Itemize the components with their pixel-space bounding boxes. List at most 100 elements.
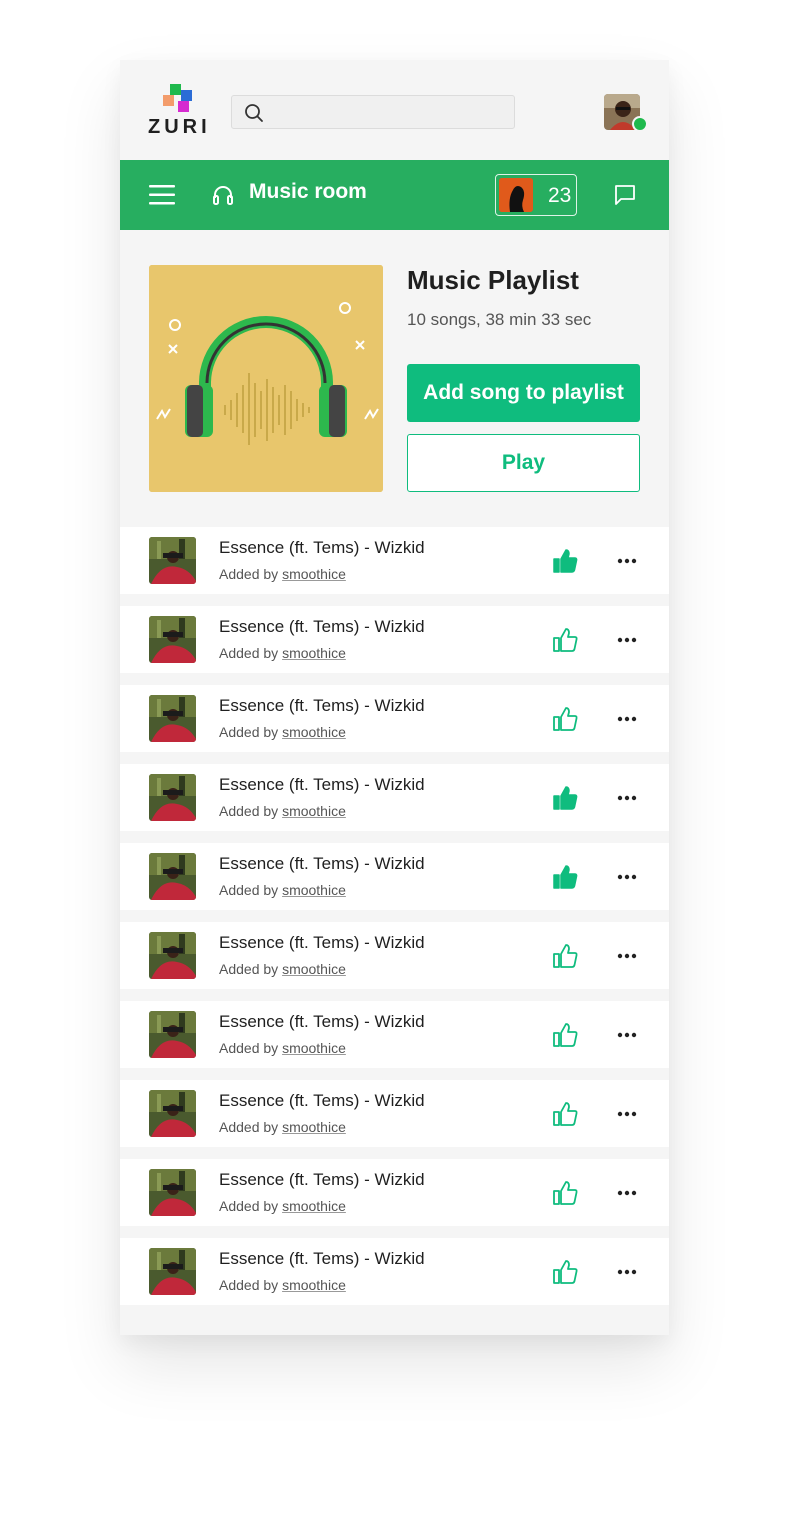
more-options-icon[interactable] — [615, 867, 639, 887]
song-row[interactable]: Essence (ft. Tems) - Wizkid Added by smo… — [120, 1080, 669, 1147]
song-row[interactable]: Essence (ft. Tems) - Wizkid Added by smo… — [120, 527, 669, 594]
app-frame: ZURI Music room 23 Music Playlist 10 son… — [120, 60, 669, 1335]
song-title: Essence (ft. Tems) - Wizkid — [219, 617, 425, 636]
logo-text: ZURI — [148, 116, 211, 138]
thumbs-up-icon[interactable] — [551, 626, 579, 654]
thumbs-up-icon[interactable] — [551, 942, 579, 970]
song-title: Essence (ft. Tems) - Wizkid — [219, 1091, 425, 1110]
song-title: Essence (ft. Tems) - Wizkid — [219, 1249, 425, 1268]
song-title: Essence (ft. Tems) - Wizkid — [219, 538, 425, 557]
playlist-title: Music Playlist — [407, 265, 579, 295]
add-song-button[interactable]: Add song to playlist — [407, 364, 640, 422]
playlist-hero: Music Playlist 10 songs, 38 min 33 sec A… — [120, 230, 669, 527]
song-thumbnail — [149, 774, 196, 821]
search-bar[interactable] — [231, 95, 515, 129]
song-added-by: Added by smoothice — [219, 1198, 346, 1214]
song-added-by-user[interactable]: smoothice — [282, 803, 346, 819]
song-added-by: Added by smoothice — [219, 961, 346, 977]
search-input[interactable] — [276, 100, 510, 126]
song-row[interactable]: Essence (ft. Tems) - Wizkid Added by smo… — [120, 606, 669, 673]
song-thumbnail — [149, 932, 196, 979]
members-button[interactable]: 23 — [495, 174, 577, 216]
song-added-by-user[interactable]: smoothice — [282, 1040, 346, 1056]
song-list: Essence (ft. Tems) - Wizkid Added by smo… — [120, 527, 669, 1317]
song-thumbnail — [149, 616, 196, 663]
song-added-by-user[interactable]: smoothice — [282, 1119, 346, 1135]
song-added-by: Added by smoothice — [219, 1277, 346, 1293]
song-thumbnail — [149, 695, 196, 742]
added-by-label: Added by — [219, 1040, 279, 1056]
song-added-by: Added by smoothice — [219, 566, 346, 582]
headphones-icon — [213, 186, 233, 205]
song-row[interactable]: Essence (ft. Tems) - Wizkid Added by smo… — [120, 922, 669, 989]
song-row[interactable]: Essence (ft. Tems) - Wizkid Added by smo… — [120, 843, 669, 910]
song-added-by: Added by smoothice — [219, 803, 346, 819]
chat-bubble-icon[interactable] — [613, 183, 637, 207]
thumbs-up-icon[interactable] — [551, 863, 579, 891]
song-thumbnail — [149, 1011, 196, 1058]
added-by-label: Added by — [219, 645, 279, 661]
more-options-icon[interactable] — [615, 1262, 639, 1282]
headphones-soundwave-art — [149, 265, 383, 492]
song-thumbnail — [149, 1248, 196, 1295]
song-title: Essence (ft. Tems) - Wizkid — [219, 933, 425, 952]
song-thumbnail — [149, 1169, 196, 1216]
song-added-by: Added by smoothice — [219, 645, 346, 661]
song-added-by-user[interactable]: smoothice — [282, 882, 346, 898]
member-avatar — [499, 178, 533, 212]
song-added-by-user[interactable]: smoothice — [282, 566, 346, 582]
song-added-by: Added by smoothice — [219, 724, 346, 740]
added-by-label: Added by — [219, 724, 279, 740]
search-icon — [245, 104, 263, 122]
added-by-label: Added by — [219, 1198, 279, 1214]
thumbs-up-icon[interactable] — [551, 547, 579, 575]
song-added-by-user[interactable]: smoothice — [282, 724, 346, 740]
song-row[interactable]: Essence (ft. Tems) - Wizkid Added by smo… — [120, 1001, 669, 1068]
more-options-icon[interactable] — [615, 630, 639, 650]
thumbs-up-icon[interactable] — [551, 1100, 579, 1128]
room-title: Music room — [249, 180, 367, 203]
song-title: Essence (ft. Tems) - Wizkid — [219, 696, 425, 715]
playlist-meta: 10 songs, 38 min 33 sec — [407, 310, 592, 329]
song-title: Essence (ft. Tems) - Wizkid — [219, 775, 425, 794]
song-added-by-user[interactable]: smoothice — [282, 645, 346, 661]
more-options-icon[interactable] — [615, 709, 639, 729]
song-added-by: Added by smoothice — [219, 1040, 346, 1056]
member-count: 23 — [548, 184, 572, 207]
more-options-icon[interactable] — [615, 788, 639, 808]
hamburger-menu-icon[interactable] — [149, 184, 175, 206]
song-title: Essence (ft. Tems) - Wizkid — [219, 1012, 425, 1031]
song-added-by-user[interactable]: smoothice — [282, 1198, 346, 1214]
song-added-by: Added by smoothice — [219, 882, 346, 898]
more-options-icon[interactable] — [615, 1104, 639, 1124]
added-by-label: Added by — [219, 803, 279, 819]
song-row[interactable]: Essence (ft. Tems) - Wizkid Added by smo… — [120, 685, 669, 752]
song-added-by: Added by smoothice — [219, 1119, 346, 1135]
thumbs-up-icon[interactable] — [551, 1021, 579, 1049]
more-options-icon[interactable] — [615, 946, 639, 966]
song-row[interactable]: Essence (ft. Tems) - Wizkid Added by smo… — [120, 1159, 669, 1226]
song-row[interactable]: Essence (ft. Tems) - Wizkid Added by smo… — [120, 764, 669, 831]
playlist-cover — [149, 265, 383, 492]
song-thumbnail — [149, 1090, 196, 1137]
thumbs-up-icon[interactable] — [551, 1258, 579, 1286]
song-added-by-user[interactable]: smoothice — [282, 1277, 346, 1293]
song-added-by-user[interactable]: smoothice — [282, 961, 346, 977]
thumbs-up-icon[interactable] — [551, 1179, 579, 1207]
play-button[interactable]: Play — [407, 434, 640, 492]
online-status-dot — [632, 116, 648, 132]
more-options-icon[interactable] — [615, 551, 639, 571]
song-thumbnail — [149, 537, 196, 584]
song-thumbnail — [149, 853, 196, 900]
thumbs-up-icon[interactable] — [551, 784, 579, 812]
top-bar: ZURI — [120, 60, 669, 160]
added-by-label: Added by — [219, 1277, 279, 1293]
more-options-icon[interactable] — [615, 1025, 639, 1045]
more-options-icon[interactable] — [615, 1183, 639, 1203]
thumbs-up-icon[interactable] — [551, 705, 579, 733]
song-row[interactable]: Essence (ft. Tems) - Wizkid Added by smo… — [120, 1238, 669, 1305]
added-by-label: Added by — [219, 1119, 279, 1135]
room-header: Music room 23 — [120, 160, 669, 230]
added-by-label: Added by — [219, 961, 279, 977]
added-by-label: Added by — [219, 566, 279, 582]
